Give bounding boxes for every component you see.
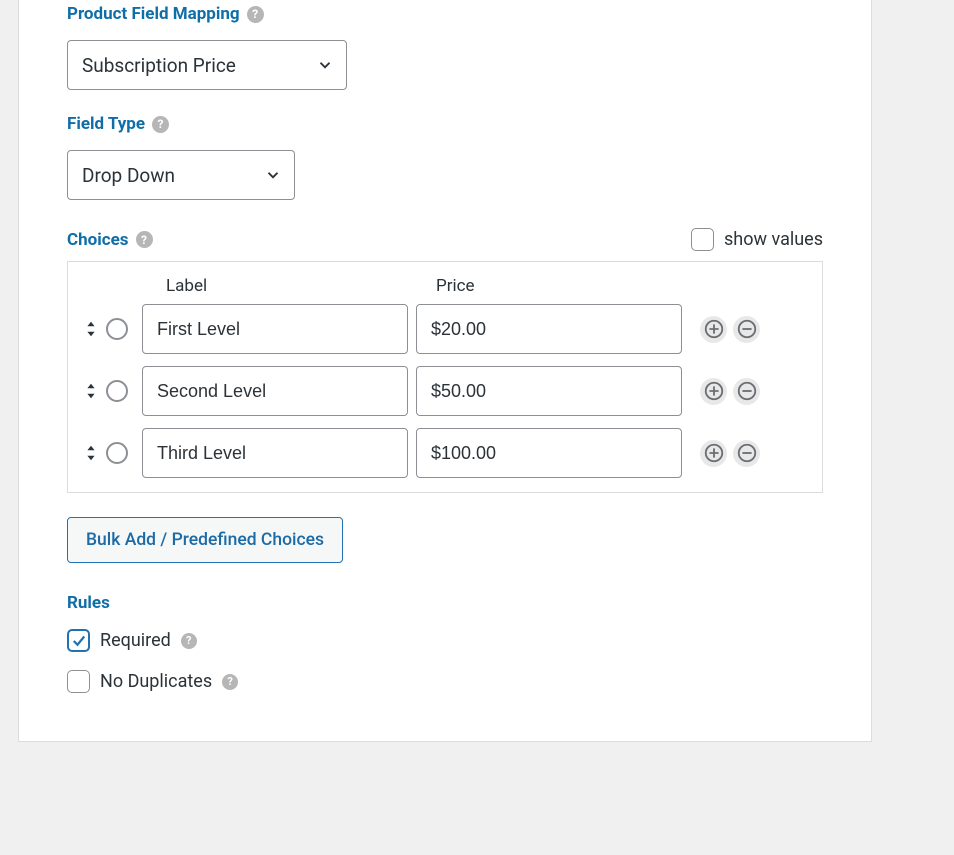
choice-label-input[interactable]: [142, 366, 408, 416]
bulk-add-button[interactable]: Bulk Add / Predefined Choices: [67, 517, 343, 563]
help-icon[interactable]: ?: [152, 116, 169, 133]
drag-handle-icon[interactable]: [84, 320, 98, 338]
choices-container: Label Price: [67, 261, 823, 493]
field-type-value: Drop Down: [82, 164, 175, 187]
product-field-mapping-label: Product Field Mapping ?: [67, 4, 823, 24]
help-icon[interactable]: ?: [247, 6, 264, 23]
required-label: Required: [100, 630, 171, 651]
add-choice-button[interactable]: [700, 440, 727, 467]
remove-choice-button[interactable]: [733, 378, 760, 405]
bulk-add-label: Bulk Add / Predefined Choices: [86, 530, 324, 550]
choice-row-actions: [700, 378, 760, 405]
show-values-checkbox[interactable]: [691, 228, 714, 251]
drag-handle-icon[interactable]: [84, 382, 98, 400]
default-choice-radio[interactable]: [106, 442, 128, 464]
field-type-text: Field Type: [67, 114, 145, 134]
show-values-toggle[interactable]: show values: [691, 228, 823, 251]
default-choice-radio[interactable]: [106, 380, 128, 402]
chevron-down-icon: [264, 166, 282, 184]
drag-handle-icon[interactable]: [84, 444, 98, 462]
required-checkbox[interactable]: [67, 629, 90, 652]
remove-choice-button[interactable]: [733, 440, 760, 467]
choices-column-headers: Label Price: [84, 276, 806, 296]
show-values-label: show values: [724, 229, 823, 250]
choice-label-input[interactable]: [142, 428, 408, 478]
required-rule[interactable]: Required ?: [67, 629, 823, 652]
add-choice-button[interactable]: [700, 316, 727, 343]
choice-price-input[interactable]: [416, 366, 682, 416]
chevron-down-icon: [316, 56, 334, 74]
choices-label: Choices ?: [67, 230, 153, 250]
remove-choice-button[interactable]: [733, 316, 760, 343]
field-type-label: Field Type ?: [67, 114, 823, 134]
choices-text: Choices: [67, 230, 129, 250]
choice-row: [84, 428, 806, 478]
choices-header: Choices ? show values: [67, 228, 823, 251]
help-icon[interactable]: ?: [222, 674, 238, 690]
product-field-mapping-text: Product Field Mapping: [67, 4, 240, 24]
no-duplicates-label: No Duplicates: [100, 671, 212, 692]
choice-row: [84, 304, 806, 354]
no-duplicates-rule[interactable]: No Duplicates ?: [67, 670, 823, 693]
help-icon[interactable]: ?: [181, 633, 197, 649]
choice-price-input[interactable]: [416, 304, 682, 354]
help-icon[interactable]: ?: [136, 231, 153, 248]
rules-text: Rules: [67, 593, 110, 613]
field-type-select[interactable]: Drop Down: [67, 150, 295, 200]
rules-label: Rules: [67, 593, 823, 613]
field-settings-panel: Product Field Mapping ? Subscription Pri…: [18, 0, 872, 742]
choice-row-actions: [700, 316, 760, 343]
add-choice-button[interactable]: [700, 378, 727, 405]
choice-row-actions: [700, 440, 760, 467]
choice-label-input[interactable]: [142, 304, 408, 354]
no-duplicates-checkbox[interactable]: [67, 670, 90, 693]
column-header-label: Label: [166, 276, 436, 296]
product-field-mapping-value: Subscription Price: [82, 54, 236, 77]
default-choice-radio[interactable]: [106, 318, 128, 340]
choice-row: [84, 366, 806, 416]
choice-price-input[interactable]: [416, 428, 682, 478]
column-header-price: Price: [436, 276, 475, 296]
product-field-mapping-select[interactable]: Subscription Price: [67, 40, 347, 90]
